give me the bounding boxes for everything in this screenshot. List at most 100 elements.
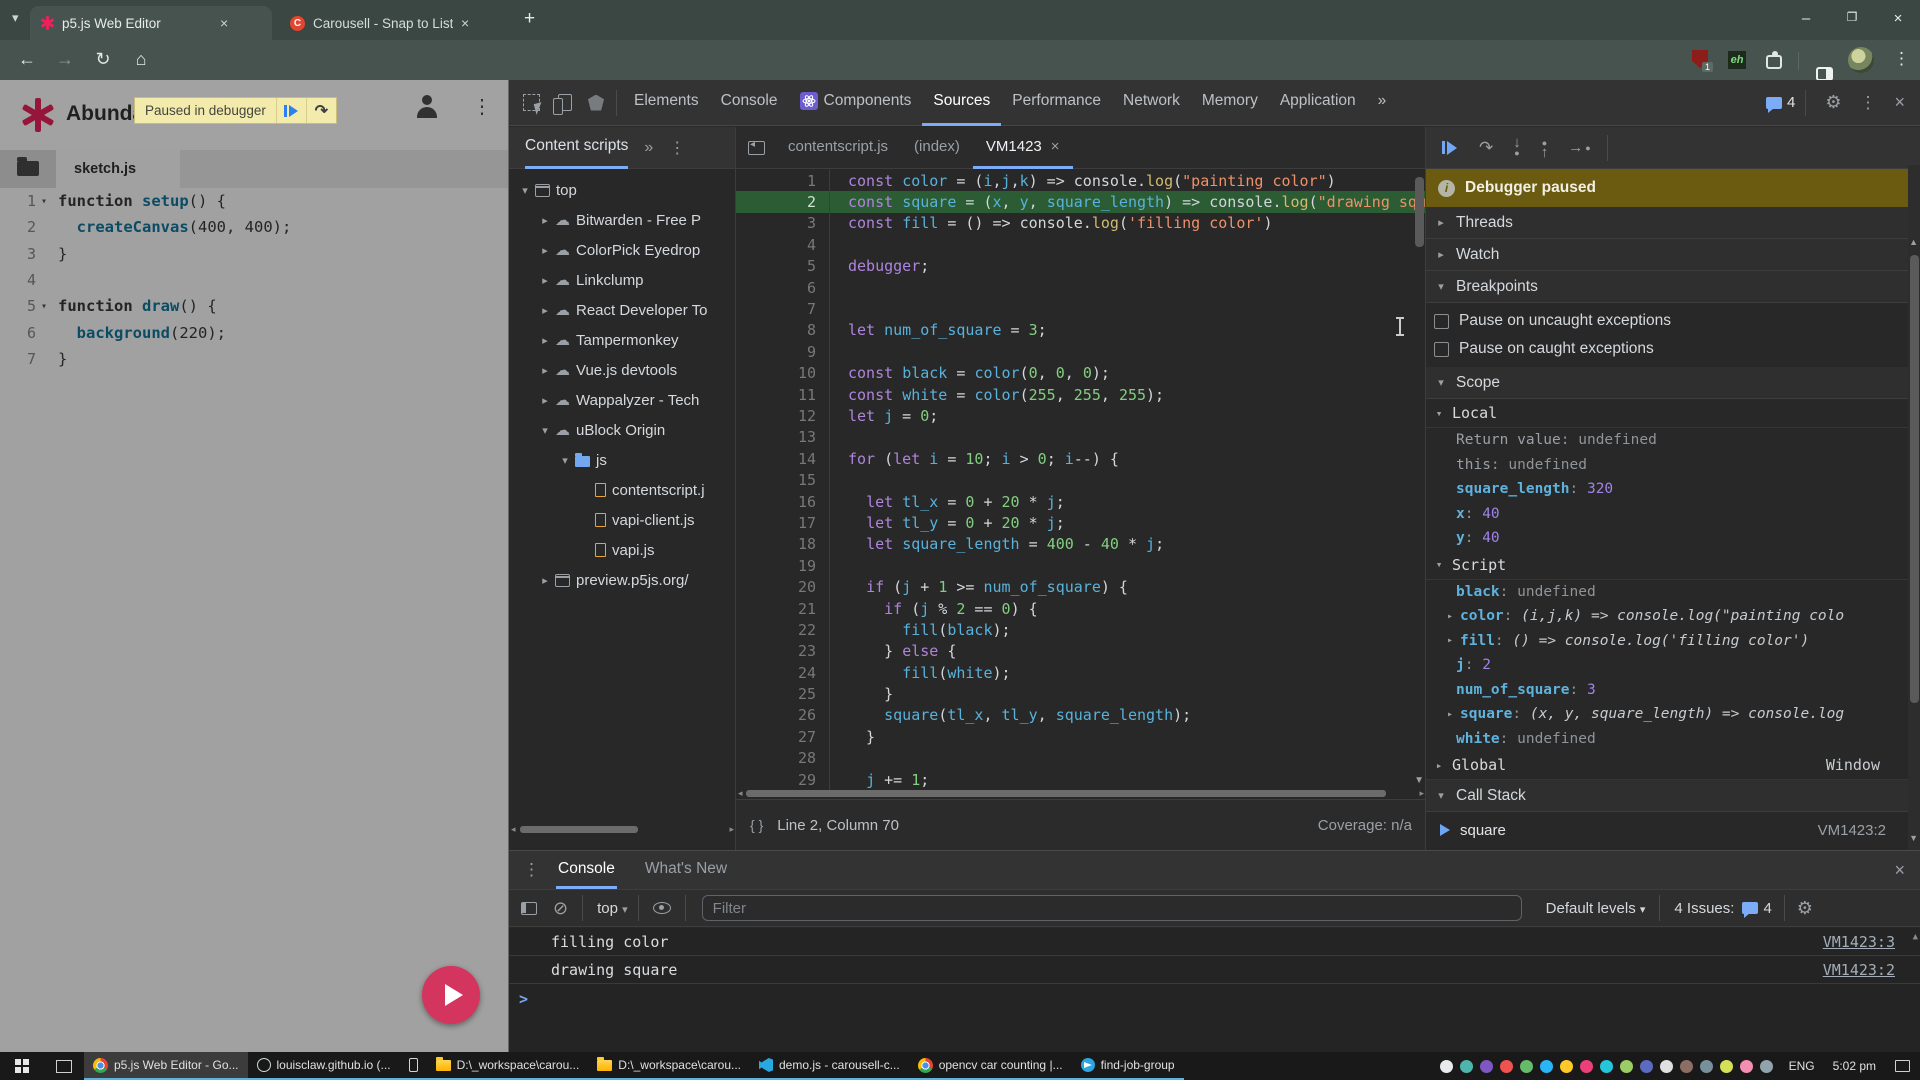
tree-item-react-developer-to[interactable]: ▸☁React Developer To: [509, 295, 735, 325]
tree-item-tampermonkey[interactable]: ▸☁Tampermonkey: [509, 325, 735, 355]
console-settings-icon[interactable]: ⚙: [1797, 898, 1813, 919]
line-number[interactable]: 1: [736, 172, 829, 190]
taskbar-app-globe[interactable]: louisclaw.github.io (...: [248, 1052, 400, 1080]
drawer-close-icon[interactable]: ×: [1894, 860, 1905, 881]
line-number[interactable]: 25: [736, 685, 829, 703]
devtools-tab-network[interactable]: Network: [1112, 80, 1191, 126]
section-call-stack[interactable]: ▾Call Stack: [1426, 780, 1920, 812]
tray-icon[interactable]: [1600, 1060, 1613, 1073]
devtools-tab-console[interactable]: Console: [710, 80, 789, 126]
step-into-icon[interactable]: ↓●: [1513, 138, 1521, 158]
home-icon[interactable]: ⌂: [122, 49, 160, 70]
banner-resume-button[interactable]: [276, 98, 306, 123]
tab-search-icon[interactable]: ▾: [12, 10, 19, 26]
tray-icon[interactable]: [1660, 1060, 1673, 1073]
tree-item-bitwarden-free-p[interactable]: ▸☁Bitwarden - Free P: [509, 205, 735, 235]
tree-item-js[interactable]: ▾js: [509, 445, 735, 475]
tree-caret-icon[interactable]: ▾: [517, 184, 533, 197]
context-selector[interactable]: top ▾: [597, 900, 628, 917]
drawer-menu-icon[interactable]: ⋮: [523, 860, 540, 880]
line-number[interactable]: 17: [736, 514, 829, 532]
line-number[interactable]: 28: [736, 749, 829, 767]
tree-caret-icon[interactable]: ▸: [537, 394, 553, 407]
forward-icon[interactable]: →: [46, 49, 84, 70]
tree-caret-icon[interactable]: ▸: [537, 304, 553, 317]
tree-caret-icon[interactable]: ▸: [537, 214, 553, 227]
tray-icon[interactable]: [1700, 1060, 1713, 1073]
line-number[interactable]: 26: [736, 706, 829, 724]
tree-item-vapi-client-js[interactable]: vapi-client.js: [509, 505, 735, 535]
tree-item-colorpick-eyedrop[interactable]: ▸☁ColorPick Eyedrop: [509, 235, 735, 265]
debugger-scrollbar-thumb[interactable]: [1910, 255, 1919, 703]
tray-icon[interactable]: [1560, 1060, 1573, 1073]
chrome-menu-icon[interactable]: ⋮: [1893, 49, 1910, 69]
section-threads[interactable]: ▸Threads: [1426, 207, 1920, 239]
scope-var-square[interactable]: ▸square: (x, y, square_length) => consol…: [1426, 702, 1920, 727]
step-over-icon[interactable]: ↷: [1479, 143, 1493, 153]
scroll-down-icon[interactable]: ▼: [1909, 833, 1918, 843]
editor-vscrollbar-thumb[interactable]: [1415, 177, 1424, 247]
drawer-tab-whats-new[interactable]: What's New: [643, 851, 729, 889]
side-panel-icon[interactable]: [1816, 67, 1833, 81]
section-scope[interactable]: ▾Scope: [1426, 367, 1920, 399]
line-number[interactable]: 13: [736, 428, 829, 446]
scope-section-script[interactable]: ▾Script: [1426, 551, 1920, 580]
more-panels-icon[interactable]: »: [1367, 80, 1398, 126]
banner-step-over-button[interactable]: ↷: [306, 98, 336, 123]
scroll-up-icon[interactable]: ▲: [1909, 237, 1918, 247]
reload-icon[interactable]: ↻: [84, 49, 122, 70]
settings-gear-icon[interactable]: ⚙: [1825, 92, 1841, 113]
taskbar-app-chrome[interactable]: p5.js Web Editor - Go...: [84, 1052, 248, 1080]
window-close-button[interactable]: ×: [1878, 10, 1918, 27]
taskbar-app-vscode[interactable]: demo.js - carousell-c...: [750, 1052, 909, 1080]
editor-tab-vm1423[interactable]: VM1423 ×: [973, 127, 1073, 169]
devtools-tab-memory[interactable]: Memory: [1191, 80, 1269, 126]
issues-link[interactable]: 4 Issues: 4: [1674, 900, 1771, 917]
line-number[interactable]: 14: [736, 450, 829, 468]
line-number[interactable]: 16: [736, 493, 829, 511]
console-prompt[interactable]: >: [509, 984, 1920, 1014]
console-sidebar-icon[interactable]: [521, 902, 537, 915]
scope-var-fill[interactable]: ▸fill: () => console.log('filling color'…: [1426, 629, 1920, 654]
tree-caret-icon[interactable]: ▸: [537, 364, 553, 377]
editor-tab-contentscript[interactable]: contentscript.js: [775, 127, 901, 169]
tree-item-vapi-js[interactable]: vapi.js: [509, 535, 735, 565]
line-number[interactable]: 9: [736, 343, 829, 361]
new-tab-button[interactable]: +: [524, 8, 535, 30]
tray-icon[interactable]: [1540, 1060, 1553, 1073]
devtools-tab-sources[interactable]: Sources: [922, 80, 1001, 126]
play-button[interactable]: [422, 966, 480, 1024]
devtools-tab-application[interactable]: Application: [1269, 80, 1367, 126]
more-tabs-icon[interactable]: »: [644, 139, 653, 157]
line-number[interactable]: 11: [736, 386, 829, 404]
tray-icon[interactable]: [1720, 1060, 1733, 1073]
line-number[interactable]: 4: [736, 236, 829, 254]
back-icon[interactable]: ←: [8, 49, 46, 70]
devtools-close-icon[interactable]: ×: [1894, 92, 1905, 113]
tree-item-vue-js-devtools[interactable]: ▸☁Vue.js devtools: [509, 355, 735, 385]
tray-icon[interactable]: [1500, 1060, 1513, 1073]
console-filter-input[interactable]: Filter: [702, 895, 1522, 921]
step-icon[interactable]: →●: [1568, 143, 1590, 153]
extension-gem-icon[interactable]: [588, 95, 604, 111]
tree-item-ublock-origin[interactable]: ▾☁uBlock Origin: [509, 415, 735, 445]
scope-section-local[interactable]: ▾Local: [1426, 399, 1920, 428]
line-number[interactable]: 18: [736, 535, 829, 553]
issues-counter[interactable]: 4: [1766, 94, 1795, 111]
line-number[interactable]: 7: [736, 300, 829, 318]
line-number[interactable]: 15: [736, 471, 829, 489]
line-number[interactable]: 20: [736, 578, 829, 596]
tab-close-icon[interactable]: ×: [461, 15, 469, 31]
tray-icon[interactable]: [1760, 1060, 1773, 1073]
start-button[interactable]: [0, 1052, 44, 1080]
tree-caret-icon[interactable]: ▸: [537, 274, 553, 287]
tab-content-scripts[interactable]: Content scripts: [525, 127, 628, 169]
profile-avatar[interactable]: [1848, 47, 1874, 73]
browser-tab-p5[interactable]: p5.js Web Editor ×: [30, 6, 272, 40]
tray-icon[interactable]: [1440, 1060, 1453, 1073]
tray-icon[interactable]: [1640, 1060, 1653, 1073]
log-levels-dropdown[interactable]: Default levels ▾: [1546, 900, 1646, 917]
callstack-frame-square[interactable]: squareVM1423:2: [1426, 812, 1920, 848]
step-out-icon[interactable]: ●↑: [1541, 138, 1549, 158]
tab-close-icon[interactable]: ×: [1051, 138, 1060, 155]
